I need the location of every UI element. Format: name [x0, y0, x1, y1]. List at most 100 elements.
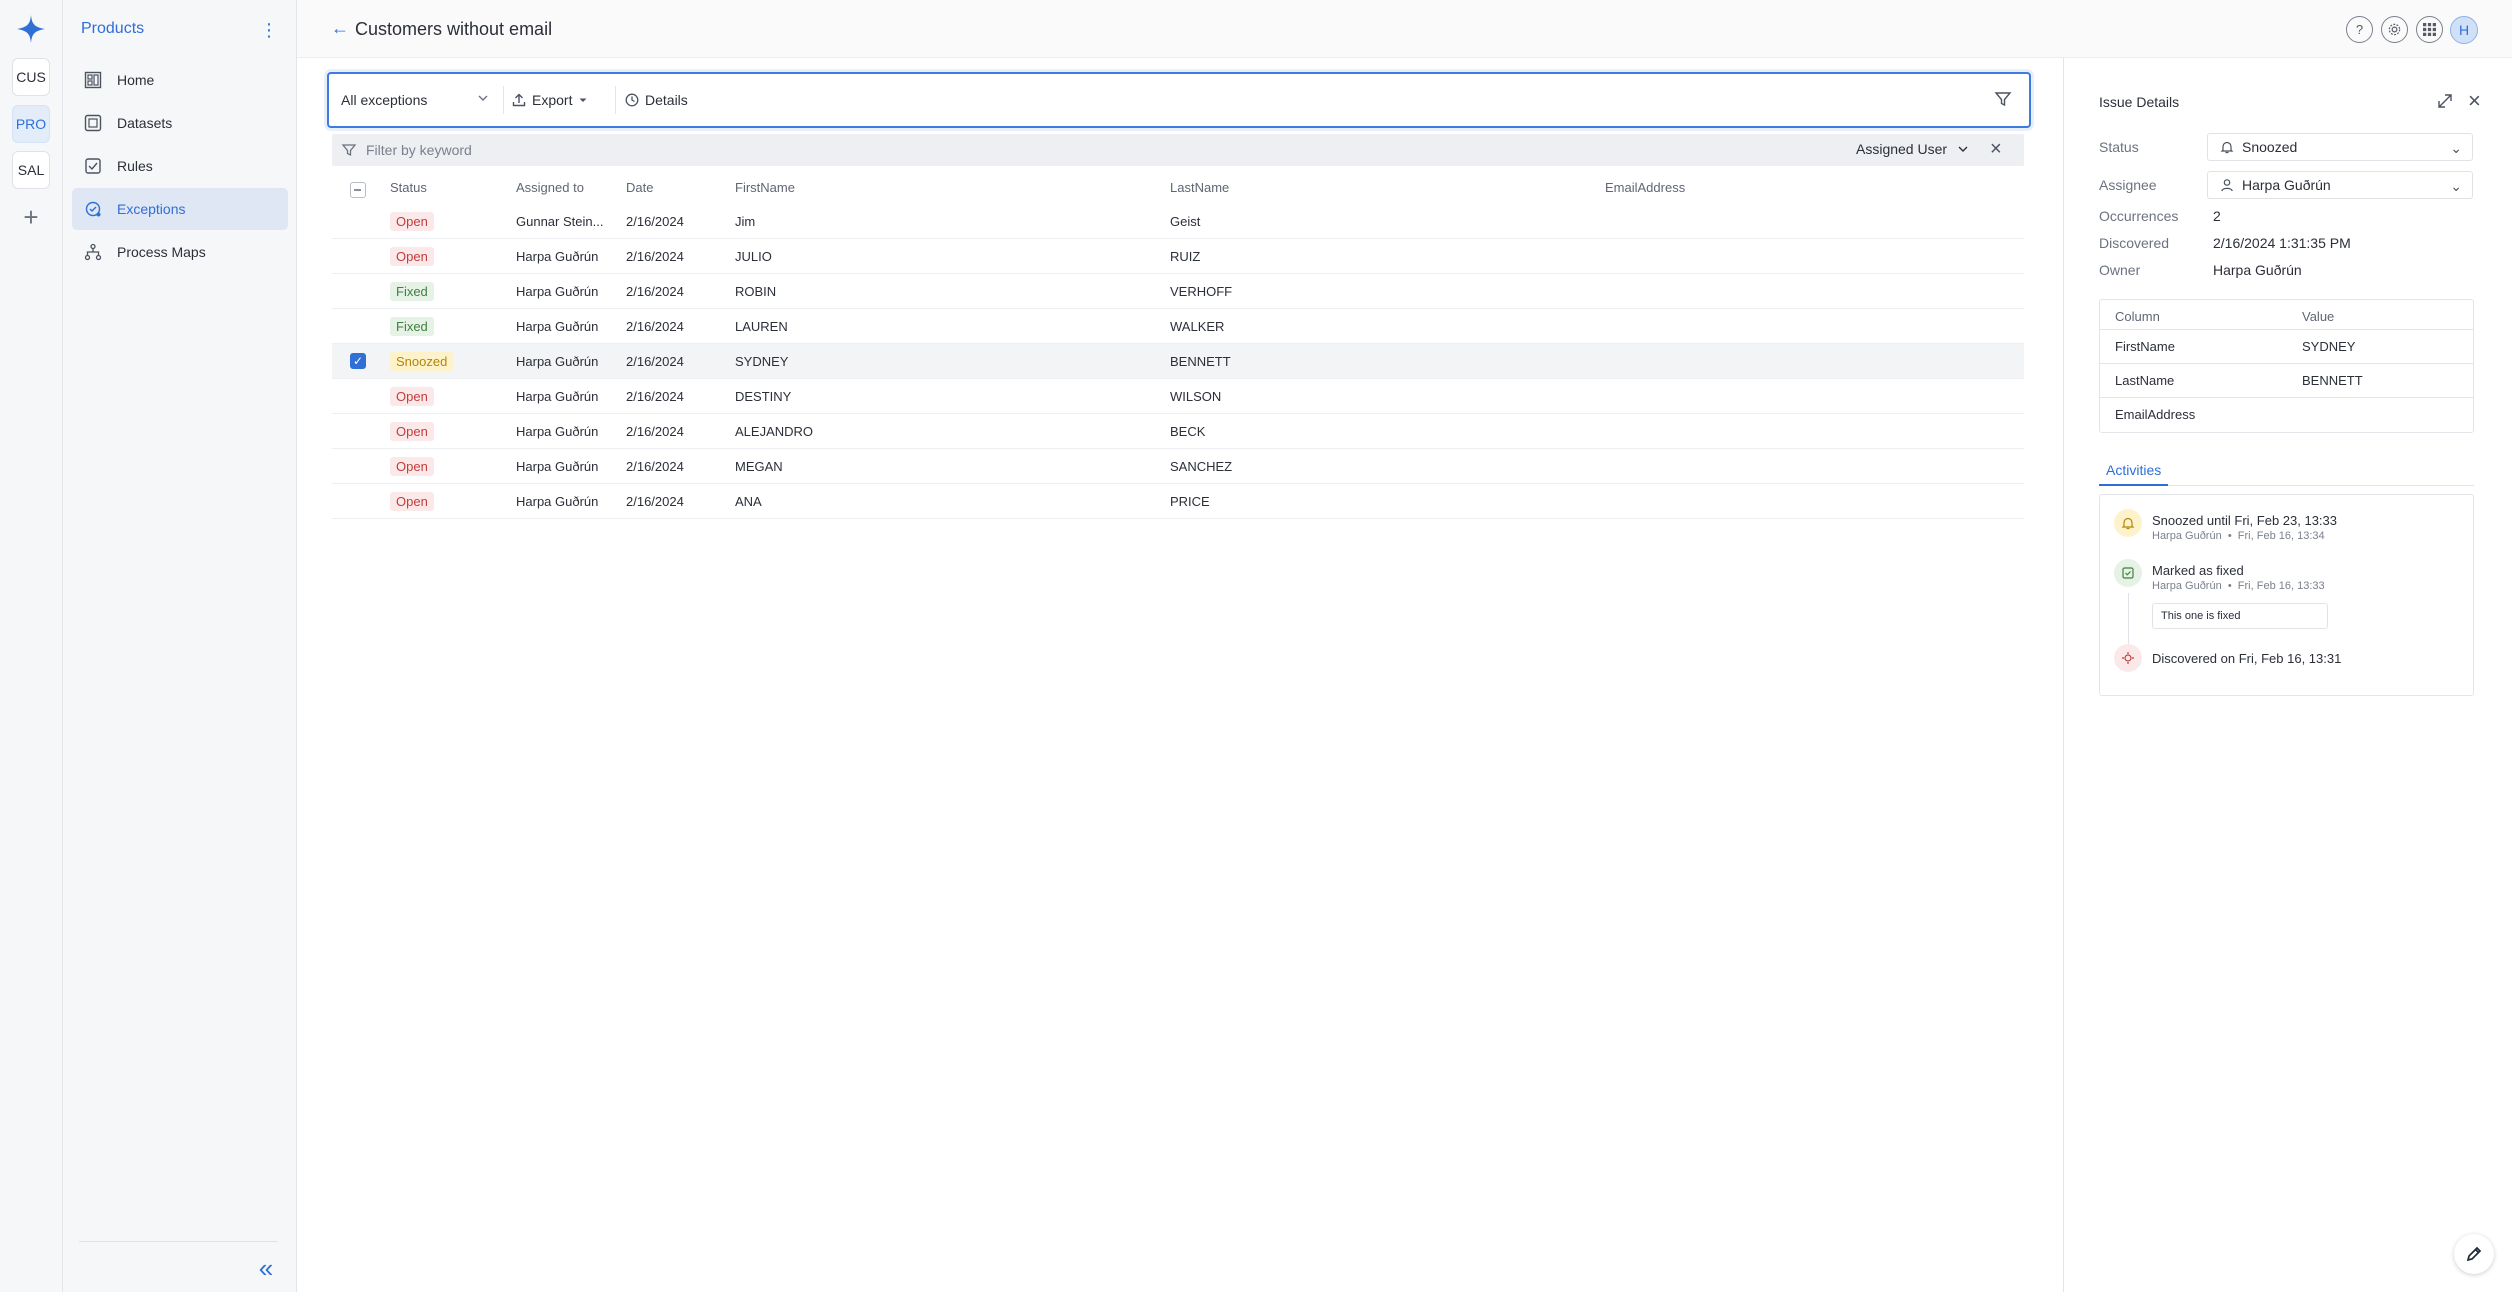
clear-filter-icon[interactable]: ×: [1990, 138, 2002, 161]
column-header-lastname[interactable]: LastName: [1170, 180, 1229, 195]
filter-icon: [341, 144, 357, 157]
column-header-date[interactable]: Date: [626, 180, 653, 195]
discovered-value: 2/16/2024 1:31:35 PM: [2213, 235, 2351, 251]
row-checkbox[interactable]: ✓: [350, 353, 366, 369]
chevron-down-icon: [1958, 146, 1968, 152]
kebab-menu-icon[interactable]: ⋮: [259, 18, 279, 42]
sidebar-divider: [79, 1241, 278, 1242]
help-icon[interactable]: ?: [2346, 16, 2373, 43]
activity-title: Discovered on Fri, Feb 16, 13:31: [2152, 651, 2342, 666]
collapse-sidebar-icon[interactable]: «: [253, 1253, 279, 1283]
dashboard-icon: [84, 71, 102, 89]
discovered-label: Discovered: [2099, 235, 2170, 251]
details-button[interactable]: Details: [625, 74, 688, 126]
user-avatar[interactable]: H: [2450, 16, 2478, 44]
activities-list: Snoozed until Fri, Feb 23, 13:33 Harpa G…: [2099, 494, 2474, 696]
table-row[interactable]: Fixed Harpa Guðrún 2/16/2024 ROBIN VERHOFF: [332, 274, 2024, 309]
table-row[interactable]: Open Harpa Guðrún 2/16/2024 MEGAN SANCHEZ: [332, 449, 2024, 484]
column-header-emailaddress[interactable]: EmailAddress: [1605, 180, 1685, 195]
column-header-firstname[interactable]: FirstName: [735, 180, 795, 195]
workspace-sal[interactable]: SAL: [12, 151, 50, 189]
sidebar-item-home[interactable]: Home: [72, 59, 288, 101]
cell-firstname: DESTINY: [735, 389, 792, 404]
assistant-fab-button[interactable]: [2454, 1234, 2494, 1274]
column-value-table: Column Value FirstName SYDNEY LastName B…: [2099, 299, 2474, 433]
cell-assigned-to: Harpa Guðrún: [516, 354, 599, 369]
cell-assigned-to: Harpa Guðrún: [516, 319, 599, 334]
table-row[interactable]: Open Harpa Guðrún 2/16/2024 ALEJANDRO BECK: [332, 414, 2024, 449]
view-select-value: All exceptions: [341, 92, 428, 108]
cell-assigned-to: Harpa Guðrún: [516, 284, 599, 299]
apps-grid-icon[interactable]: [2416, 16, 2443, 43]
kv-column: EmailAddress: [2115, 407, 2196, 422]
select-all-checkbox[interactable]: [350, 182, 366, 198]
pen-icon: [2466, 1246, 2482, 1262]
table-row[interactable]: Open Harpa Guðrún 2/16/2024 ANA PRICE: [332, 484, 2024, 519]
filter-funnel-icon[interactable]: [1993, 89, 2013, 109]
cell-firstname: MEGAN: [735, 459, 783, 474]
activity-note: This one is fixed: [2152, 603, 2328, 629]
kv-value: BENNETT: [2302, 373, 2363, 388]
sidebar-item-process-maps[interactable]: Process Maps: [72, 231, 288, 273]
column-header-status[interactable]: Status: [390, 180, 427, 195]
assigned-user-dropdown[interactable]: Assigned User: [1856, 141, 1969, 157]
cell-lastname: Geist: [1170, 214, 1201, 229]
sidebar: Products ⋮ Home Datasets Rules Exception…: [63, 0, 297, 1292]
kv-row: LastName BENNETT: [2100, 364, 2473, 398]
view-select[interactable]: All exceptions: [341, 74, 491, 126]
table-row[interactable]: Fixed Harpa Guðrún 2/16/2024 LAUREN WALKER: [332, 309, 2024, 344]
column-header-assigned-to[interactable]: Assigned to: [516, 180, 584, 195]
table-row[interactable]: ✓ Snoozed Harpa Guðrún 2/16/2024 SYDNEY BENNE…: [332, 344, 2024, 379]
workspace-cus[interactable]: CUS: [12, 58, 50, 96]
sidebar-item-exceptions[interactable]: Exceptions: [72, 188, 288, 230]
page-header: ← Customers without email ? H: [297, 0, 2512, 58]
owner-label: Owner: [2099, 262, 2141, 278]
activity-meta: Harpa Guðrún • Fri, Feb 16, 13:33: [2152, 580, 2325, 592]
occurrences-label: Occurrences: [2099, 208, 2179, 224]
cell-firstname: Jim: [735, 214, 756, 229]
cell-assigned-to: Harpa Guðrún: [516, 494, 599, 509]
main-content: All exceptions Export Details Filter by …: [297, 58, 2063, 1292]
table-row[interactable]: Open Harpa Guðrún 2/16/2024 JULIO RUIZ: [332, 239, 2024, 274]
settings-gear-icon[interactable]: [2381, 16, 2408, 43]
workspace-pro[interactable]: PRO: [12, 105, 50, 143]
expand-icon[interactable]: [2436, 92, 2454, 110]
sidebar-item-datasets[interactable]: Datasets: [72, 102, 288, 144]
sidebar-item-label: Datasets: [117, 115, 173, 131]
assignee-select[interactable]: Harpa Guðrún ⌄: [2207, 171, 2473, 199]
cell-lastname: BECK: [1170, 424, 1206, 439]
chevron-down-icon: [478, 95, 488, 101]
activity-user: Harpa Guðrún: [2152, 580, 2222, 592]
cell-firstname: ROBIN: [735, 284, 777, 299]
exceptions-toolbar: All exceptions Export Details: [327, 72, 2031, 128]
assigned-user-label: Assigned User: [1856, 141, 1948, 157]
tab-activities[interactable]: Activities: [2099, 456, 2169, 486]
assignee-select-value: Harpa Guðrún: [2242, 177, 2331, 193]
status-badge: Open: [390, 422, 434, 441]
sidebar-item-label: Home: [117, 72, 155, 88]
filter-keyword-input[interactable]: Filter by keyword: [366, 142, 472, 158]
cell-lastname: VERHOFF: [1170, 284, 1233, 299]
table-row[interactable]: Open Gunnar Stein... 2/16/2024 Jim Geist: [332, 204, 2024, 239]
toolbar-separator: [615, 86, 616, 114]
cell-assigned-to: Harpa Guðrún: [516, 389, 599, 404]
cell-date: 2/16/2024: [626, 389, 684, 404]
sidebar-item-rules[interactable]: Rules: [72, 145, 288, 187]
status-select[interactable]: Snoozed ⌄: [2207, 133, 2473, 161]
app-logo-icon[interactable]: [14, 12, 48, 46]
export-button[interactable]: Export: [512, 74, 588, 126]
close-panel-icon[interactable]: ×: [2468, 88, 2481, 114]
occurrences-value: 2: [2213, 208, 2221, 224]
cell-date: 2/16/2024: [626, 494, 684, 509]
sidebar-item-label: Exceptions: [117, 201, 186, 217]
kv-row: EmailAddress: [2100, 398, 2473, 432]
discovered-bug-icon: [2114, 644, 2142, 672]
back-arrow-icon[interactable]: ←: [331, 18, 349, 39]
caret-down-icon: [579, 98, 587, 102]
toolbar-separator: [503, 86, 504, 114]
rule-icon: [85, 158, 101, 174]
activity-title: Marked as fixed: [2152, 563, 2244, 578]
table-row[interactable]: Open Harpa Guðrún 2/16/2024 DESTINY WILSON: [332, 379, 2024, 414]
add-workspace-button[interactable]: +: [16, 202, 46, 232]
cell-lastname: WALKER: [1170, 319, 1225, 334]
